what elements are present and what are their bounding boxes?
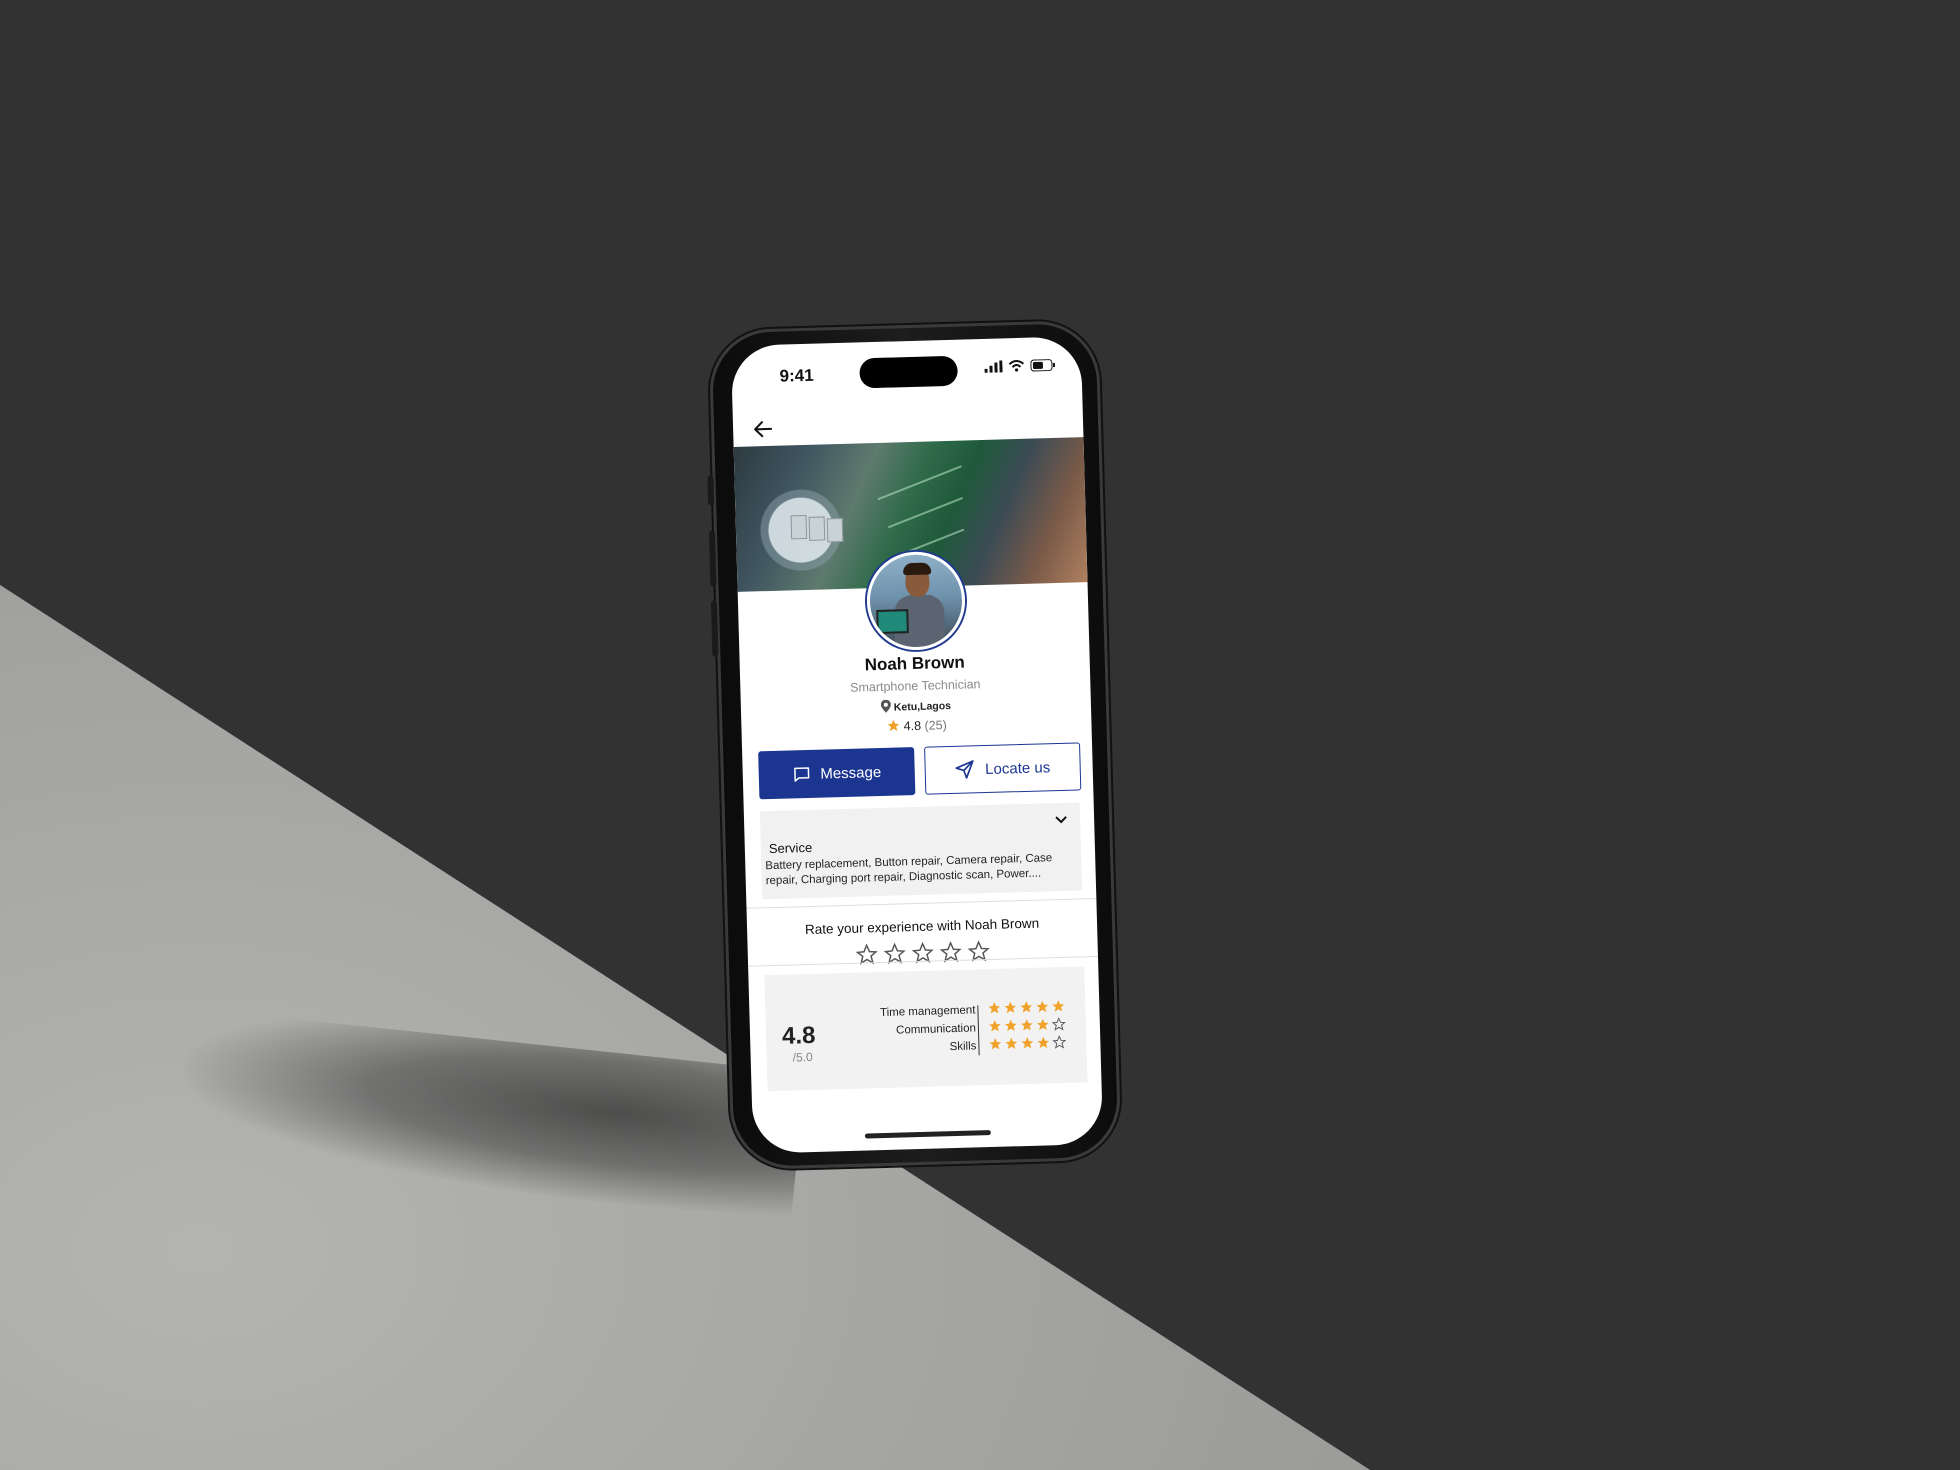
rating-value: 4.8 bbox=[903, 718, 922, 734]
summary-score: 4.8 bbox=[781, 1021, 816, 1050]
star-filled-icon bbox=[1004, 1001, 1017, 1014]
status-bar: 9:41 bbox=[731, 336, 1083, 406]
cover-chip bbox=[808, 516, 826, 541]
star-filled-icon bbox=[887, 719, 899, 732]
star-filled-icon bbox=[1036, 1018, 1049, 1031]
profile-name: Noah Brown bbox=[864, 652, 966, 675]
summary-divider bbox=[977, 1005, 980, 1056]
action-button bbox=[707, 475, 715, 506]
star-filled-icon bbox=[1020, 1019, 1033, 1031]
criteria-star-row bbox=[987, 997, 1065, 1017]
profile-rating: 4.8 (25) bbox=[741, 713, 1091, 738]
star-filled-icon bbox=[989, 1038, 1002, 1050]
star-filled-icon bbox=[1036, 1000, 1049, 1013]
phone-mockup: 9:41 Noah Brown Smartphone Technician Ke… bbox=[707, 319, 1122, 1171]
avatar-monitor bbox=[876, 609, 909, 635]
star-filled-icon bbox=[1004, 1019, 1017, 1032]
home-indicator bbox=[864, 1130, 991, 1139]
map-pin-icon bbox=[880, 699, 891, 713]
battery-icon bbox=[1030, 359, 1055, 372]
star-filled-icon bbox=[1052, 1000, 1065, 1012]
avatar-hair bbox=[902, 562, 932, 576]
location-text: Ketu,Lagos bbox=[893, 699, 952, 714]
star-outline-icon bbox=[1051, 1017, 1066, 1031]
star-filled-icon bbox=[988, 1002, 1001, 1014]
locate-button[interactable]: Locate us bbox=[924, 742, 1082, 795]
summary-out-of: /5.0 bbox=[792, 1049, 813, 1065]
arrow-left-icon[interactable] bbox=[751, 417, 776, 442]
star-filled-icon bbox=[1005, 1037, 1018, 1050]
send-arrow-icon bbox=[955, 760, 975, 779]
rate-prompt: Rate your experience with Noah Brown bbox=[804, 915, 1040, 938]
star-filled-icon bbox=[1037, 1036, 1050, 1049]
signal-icon bbox=[984, 360, 1003, 373]
cover-trace bbox=[877, 465, 962, 501]
cover-chip bbox=[790, 514, 808, 540]
message-label: Message bbox=[820, 763, 882, 783]
profile-role: Smartphone Technician bbox=[849, 677, 981, 695]
review-count: (25) bbox=[924, 718, 947, 733]
criteria-labels: Time management Communication Skills bbox=[880, 1001, 977, 1058]
chat-bubble-icon bbox=[793, 767, 809, 782]
star-filled-icon bbox=[1021, 1037, 1034, 1049]
criteria-star-row bbox=[988, 1015, 1066, 1035]
star-outline-icon bbox=[1052, 1035, 1067, 1049]
criteria-star-row bbox=[988, 1033, 1067, 1053]
status-icons bbox=[984, 359, 1055, 373]
star-filled-icon bbox=[989, 1020, 1001, 1032]
criteria-stars bbox=[987, 997, 1067, 1053]
service-title: Service bbox=[768, 839, 813, 857]
wifi-icon bbox=[1008, 360, 1025, 372]
star-filled-icon bbox=[1020, 1001, 1033, 1013]
locate-label: Locate us bbox=[984, 758, 1051, 778]
service-panel[interactable]: Service Battery replacement, Button repa… bbox=[759, 802, 1083, 900]
app-screen: 9:41 Noah Brown Smartphone Technician Ke… bbox=[730, 336, 1104, 1154]
cover-chip bbox=[826, 517, 844, 543]
rating-summary: 4.8 /5.0 Time management Communication S… bbox=[764, 966, 1088, 1092]
chevron-down-icon[interactable] bbox=[1054, 815, 1068, 825]
status-time: 9:41 bbox=[779, 365, 814, 386]
divider bbox=[746, 897, 1097, 909]
dynamic-island bbox=[859, 355, 958, 389]
service-text: Battery replacement, Button repair, Came… bbox=[765, 852, 1053, 888]
message-button[interactable]: Message bbox=[758, 747, 916, 800]
criteria-label: Skills bbox=[949, 1040, 977, 1054]
cover-trace bbox=[887, 496, 964, 529]
